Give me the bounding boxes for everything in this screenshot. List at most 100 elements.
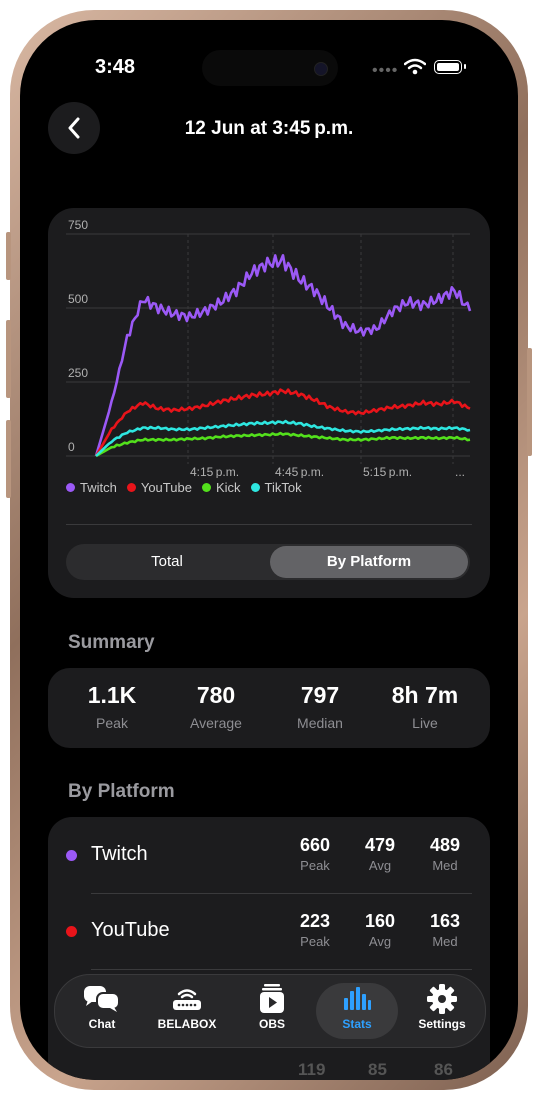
tab-label: Chat: [88, 1017, 116, 1031]
legend-label: Kick: [215, 480, 241, 495]
stat-value: 160: [364, 911, 396, 931]
series-line-kick: [95, 431, 471, 458]
summary-value: 8h 7m: [391, 682, 459, 708]
hidden-row-value: 86: [434, 1060, 453, 1079]
stat-avg: 160 Avg: [350, 911, 410, 949]
platform-row-twitch[interactable]: Twitch 660 Peak 479 Avg 489 Med: [48, 817, 490, 893]
hidden-row-value: 119: [298, 1060, 326, 1079]
tab-chat[interactable]: Chat: [61, 983, 143, 1039]
summary-label: Median: [297, 715, 343, 731]
status-bar: 3:48 ••••: [20, 20, 518, 110]
summary-heading: Summary: [68, 632, 155, 653]
x-tick-label: 4:15 p.m.: [190, 465, 239, 478]
row-divider: [91, 969, 472, 970]
summary-value: 1.1K: [87, 682, 137, 708]
stat-value: 479: [364, 835, 396, 855]
stat-value: 660: [299, 835, 331, 855]
tab-stats[interactable]: Stats: [316, 983, 398, 1039]
action-button: [6, 232, 11, 280]
stat-label: Peak: [300, 858, 330, 873]
obs-play-icon: [260, 984, 284, 1013]
segment-total[interactable]: Total: [68, 546, 266, 578]
summary-median: 797 Median: [270, 682, 370, 731]
platform-name: Twitch: [91, 843, 148, 865]
wifi-icon: [404, 58, 426, 75]
x-tick-label: 4:45 p.m.: [275, 465, 324, 478]
legend-item-kick: Kick: [201, 480, 241, 495]
summary-average: 780 Average: [166, 682, 266, 731]
tab-belabox[interactable]: BELABOX: [146, 983, 228, 1039]
legend-item-twitch: Twitch: [66, 480, 117, 495]
legend-item-tiktok: TikTok: [250, 480, 302, 495]
stat-avg: 479 Avg: [350, 835, 410, 873]
twitch-dot: [66, 850, 77, 861]
tab-label: OBS: [258, 1017, 285, 1031]
summary-peak: 1.1K Peak: [62, 682, 162, 731]
legend-item-youtube: YouTube: [126, 480, 192, 495]
legend-dot: [201, 483, 211, 492]
stat-label: Med: [432, 858, 458, 873]
dynamic-island: [202, 50, 338, 86]
summary-card: 1.1K Peak 780 Average 797 Median 8h 7m L…: [48, 668, 490, 748]
view-segmented-control[interactable]: Total By Platform: [66, 544, 470, 580]
stat-peak: 223 Peak: [285, 911, 345, 949]
tab-settings[interactable]: Settings: [401, 983, 483, 1039]
stat-value: 489: [429, 835, 461, 855]
y-tick-label: 750: [68, 218, 88, 232]
chat-bubbles-icon: [84, 986, 120, 1012]
summary-value: 797: [300, 682, 340, 708]
legend-label: YouTube: [140, 480, 192, 495]
summary-label: Average: [190, 715, 242, 731]
camera-icon: [314, 62, 328, 76]
legend-dot: [250, 483, 260, 492]
legend-dot: [126, 483, 136, 492]
screen: 3:48 •••• 12 Jun at 3:45 p.m. 750 500 250 0…: [20, 20, 518, 1080]
page-title: 12 Jun at 3:45 p.m.: [184, 118, 354, 139]
stat-med: 489 Med: [415, 835, 475, 873]
platform-name: YouTube: [91, 919, 170, 941]
segment-by-platform[interactable]: By Platform: [270, 546, 468, 578]
y-tick-label: 500: [68, 292, 88, 306]
chart-legend: Twitch YouTube Kick TikTok: [66, 480, 302, 495]
power-button: [527, 348, 532, 456]
by-platform-heading: By Platform: [68, 781, 175, 802]
x-tick-label: ...: [455, 465, 465, 478]
platform-row-youtube[interactable]: YouTube 223 Peak 160 Avg 163 Med: [48, 893, 490, 969]
y-tick-label: 250: [68, 366, 88, 380]
cellular-signal-icon: ••••: [372, 62, 399, 79]
viewer-chart: 750 500 250 0 4:15 p.m. 4:45 p.m. 5:15 p.m....: [66, 218, 472, 478]
stat-label: Avg: [368, 858, 392, 873]
tab-bar: Chat BELABOX OBS Stats Settings: [54, 974, 486, 1048]
y-tick-label: 0: [68, 440, 75, 454]
tab-label: Stats: [342, 1017, 372, 1031]
volume-up-button: [6, 320, 11, 398]
legend-label: Twitch: [80, 480, 117, 495]
gear-icon: [427, 984, 457, 1014]
stat-label: Avg: [368, 934, 392, 949]
stat-value: 223: [299, 911, 331, 931]
status-time: 3:48: [95, 56, 136, 78]
stat-value: 163: [429, 911, 461, 931]
summary-label: Peak: [96, 715, 128, 731]
chart-card: 750 500 250 0 4:15 p.m. 4:45 p.m. 5:15 p.m....…: [48, 208, 490, 598]
bar-chart-icon: [344, 987, 371, 1010]
stat-peak: 660 Peak: [285, 835, 345, 873]
legend-dot: [66, 483, 75, 492]
volume-down-button: [6, 420, 11, 498]
summary-label: Live: [412, 715, 438, 731]
tab-label: BELABOX: [157, 1017, 217, 1031]
tab-label: Settings: [418, 1017, 466, 1031]
summary-value: 780: [196, 682, 236, 708]
stat-label: Med: [432, 934, 458, 949]
tab-obs[interactable]: OBS: [231, 983, 313, 1039]
stat-med: 163 Med: [415, 911, 475, 949]
legend-label: TikTok: [264, 480, 302, 495]
series-line-twitch: [94, 254, 472, 457]
summary-live: 8h 7m Live: [375, 682, 475, 731]
stat-label: Peak: [300, 934, 330, 949]
hidden-row-value: 85: [368, 1060, 387, 1079]
card-divider: [66, 524, 472, 525]
battery-icon: [434, 60, 466, 74]
router-icon: [173, 989, 201, 1010]
x-tick-label: 5:15 p.m.: [363, 465, 412, 478]
